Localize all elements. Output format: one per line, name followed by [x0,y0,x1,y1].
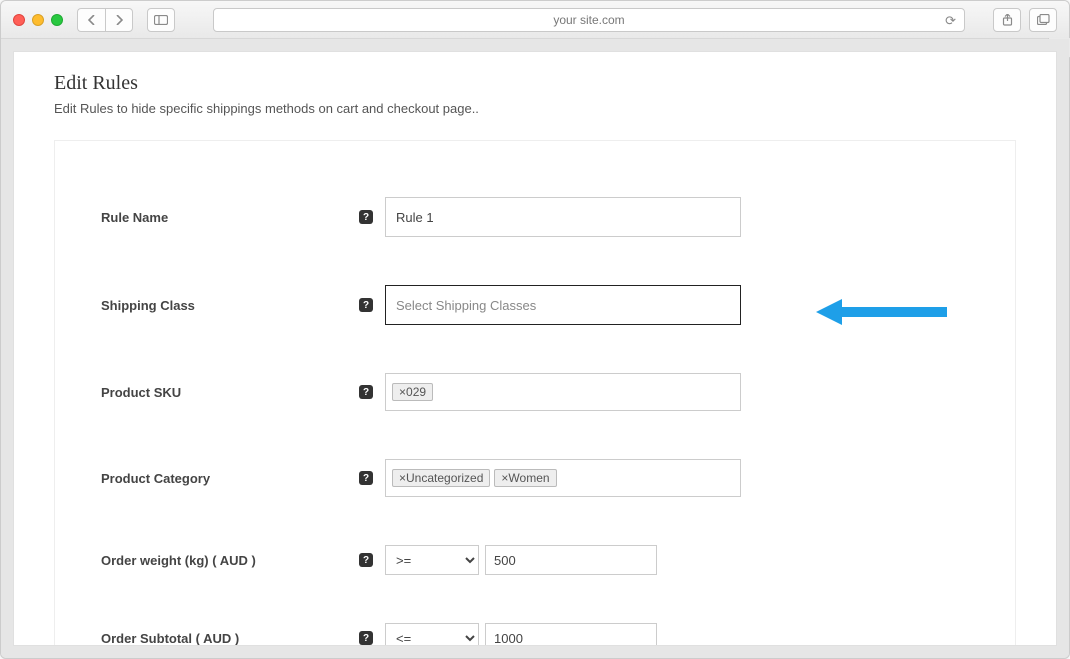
minimize-window-icon[interactable] [32,14,44,26]
page-area: Edit Rules Edit Rules to hide specific s… [1,39,1069,658]
address-url: your site.com [553,13,624,27]
category-tag[interactable]: ×Uncategorized [392,469,490,487]
row-product-category: Product Category ? ×Uncategorized ×Women [101,459,969,497]
row-rule-name: Rule Name ? [101,197,969,237]
product-sku-input[interactable]: ×029 [385,373,741,411]
help-icon[interactable]: ? [359,298,373,312]
help-icon[interactable]: ? [359,471,373,485]
row-order-weight: Order weight (kg) ( AUD ) ? >= [101,545,969,575]
reload-icon[interactable]: ⟳ [945,13,956,29]
titlebar: your site.com ⟳ [1,1,1069,39]
product-category-label: Product Category [101,471,359,486]
back-button[interactable] [77,8,105,32]
help-icon[interactable]: ? [359,210,373,224]
order-weight-op-select[interactable]: >= [385,545,479,575]
row-product-sku: Product SKU ? ×029 [101,373,969,411]
address-bar[interactable]: your site.com ⟳ [213,8,965,32]
form-panel: Rule Name ? Shipping Class ? Select Ship… [54,140,1016,646]
close-window-icon[interactable] [13,14,25,26]
product-category-input[interactable]: ×Uncategorized ×Women [385,459,741,497]
order-weight-value-input[interactable] [485,545,657,575]
order-weight-label: Order weight (kg) ( AUD ) [101,553,359,568]
content-card: Edit Rules Edit Rules to hide specific s… [13,51,1057,646]
share-button[interactable] [993,8,1021,32]
row-order-subtotal: Order Subtotal ( AUD ) ? <= [101,623,969,646]
window-controls [13,14,63,26]
order-subtotal-label: Order Subtotal ( AUD ) [101,631,359,646]
help-icon[interactable]: ? [359,553,373,567]
arrow-line [842,307,947,317]
help-icon[interactable]: ? [359,631,373,645]
sku-tag[interactable]: ×029 [392,383,433,401]
rule-name-input[interactable] [385,197,741,237]
rule-name-label: Rule Name [101,210,359,225]
category-tag[interactable]: ×Women [494,469,556,487]
browser-window: your site.com ⟳ + Edit Rules Edit Rules … [0,0,1070,659]
order-subtotal-value-input[interactable] [485,623,657,646]
help-icon[interactable]: ? [359,385,373,399]
maximize-window-icon[interactable] [51,14,63,26]
arrow-head-icon [816,299,842,325]
shipping-class-select[interactable]: Select Shipping Classes [385,285,741,325]
arrow-annotation [816,299,947,325]
order-subtotal-op-select[interactable]: <= [385,623,479,646]
shipping-class-placeholder: Select Shipping Classes [396,298,536,313]
product-sku-label: Product SKU [101,385,359,400]
page-title: Edit Rules [54,72,1016,95]
tabs-button[interactable] [1029,8,1057,32]
sidebar-toggle-button[interactable] [147,8,175,32]
page-subtitle: Edit Rules to hide specific shippings me… [54,101,1016,116]
forward-button[interactable] [105,8,133,32]
shipping-class-label: Shipping Class [101,298,359,313]
